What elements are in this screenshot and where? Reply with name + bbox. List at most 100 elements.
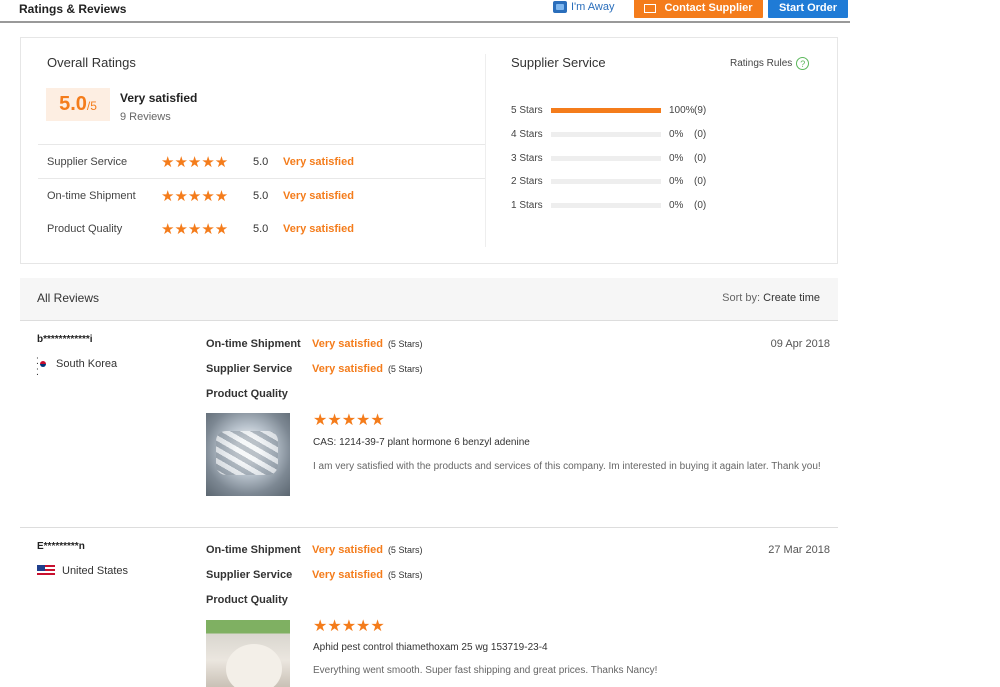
star-distribution-row: 3 Stars 0% (0) [511,152,706,164]
all-reviews-title: All Reviews [37,291,100,305]
start-order-button[interactable]: Start Order [768,0,848,18]
contact-supplier-button[interactable]: Contact Supplier [634,0,763,18]
distribution-bar [551,155,661,161]
review-date: 27 Mar 2018 [768,544,830,556]
review-metric-label: On-time Shipment [206,338,301,350]
divider [485,54,486,247]
ratings-summary: Overall Ratings 5.0 /5 Very satisfied 9 … [20,37,838,264]
review-quality-line: Product Quality [206,594,312,606]
review-metric-label: Supplier Service [206,363,293,375]
star-count: (9) [694,104,707,116]
review-metric-value: Very satisfied [312,363,383,375]
distribution-bar [551,107,661,113]
chat-status[interactable]: I'm Away [553,1,614,13]
reviewer-country: South Korea [36,356,118,378]
review-metric-label: On-time Shipment [206,544,301,556]
south-korea-flag-icon [36,356,49,378]
reviewer-country: United States [37,565,128,577]
review-star-icons: ★★★★★ [313,412,385,429]
page-title: Ratings & Reviews [19,2,127,16]
overall-score-badge: 5.0 /5 [46,88,110,121]
star-count: (0) [694,152,707,164]
review-metric-stars: (5 Stars) [387,339,423,349]
star-icons: ★★★★★ [161,153,229,171]
all-reviews-header: All Reviews Sort by: Create time [20,278,838,321]
star-level-label: 1 Stars [511,199,543,211]
review-shipment-line: On-time Shipment Very satisfied (5 Stars… [206,338,422,350]
away-label: I'm Away [571,1,615,13]
star-percent: 0% [669,152,684,164]
reviewer-name: E*********n [37,541,85,552]
help-icon[interactable]: ? [796,57,810,70]
reviews-count: 9 Reviews [120,111,171,123]
review-quality-line: Product Quality [206,388,312,400]
metric-rating: Very satisfied [283,155,354,168]
supplier-service-title: Supplier Service [511,55,606,70]
review-service-line: Supplier Service Very satisfied (5 Stars… [206,363,422,375]
star-level-label: 4 Stars [511,128,543,140]
metric-row-product-quality: Product Quality ★★★★★ 5.0 Very satisfied [38,212,486,246]
star-distribution-row: 1 Stars 0% (0) [511,199,706,211]
mail-icon [644,3,657,13]
review-date: 09 Apr 2018 [770,338,830,350]
ratings-rules-label: Ratings Rules [730,58,793,69]
ratings-rules-link[interactable]: Ratings Rules ? [730,57,810,70]
star-level-label: 5 Stars [511,104,543,116]
header-bar: Ratings & Reviews I'm Away Contact Suppl… [0,0,850,23]
review-metric-value: Very satisfied [312,569,383,581]
metric-label: Product Quality [47,223,123,235]
star-count: (0) [694,128,707,140]
review-metric-label: Supplier Service [206,569,293,581]
metric-score: 5.0 [253,189,269,202]
sort-value[interactable]: Create time [763,292,820,304]
contact-supplier-label: Contact Supplier [664,2,753,14]
review-metric-stars: (5 Stars) [387,545,423,555]
review-text: Everything went smooth. Super fast shipp… [313,665,658,676]
overall-score-max: /5 [86,99,97,113]
star-count: (0) [694,175,707,187]
star-level-label: 2 Stars [511,175,543,187]
star-distribution-row: 2 Stars 0% (0) [511,175,706,187]
star-icons: ★★★★★ [161,187,229,205]
review-item: b************i South Korea On-time Shipm… [20,321,838,528]
sort-control[interactable]: Sort by: Create time [722,292,820,304]
distribution-bar [551,202,661,208]
star-percent: 100% [669,104,695,116]
star-count: (0) [694,199,707,211]
metric-score: 5.0 [253,223,269,235]
reviewed-product[interactable]: Aphid pest control thiamethoxam 25 wg 15… [313,642,548,653]
overall-summary: Very satisfied [120,91,198,105]
reviewed-product[interactable]: CAS: 1214-39-7 plant hormone 6 benzyl ad… [313,437,530,448]
review-metric-label: Product Quality [206,388,288,400]
product-thumbnail[interactable] [206,413,290,496]
country-name: South Korea [56,358,118,370]
chat-icon [553,1,567,13]
country-name: United States [62,565,129,577]
review-metric-value: Very satisfied [312,544,383,556]
reviewer-name: b************i [37,334,93,345]
review-metric-value: Very satisfied [312,338,383,350]
distribution-bar [551,131,661,137]
metric-row-supplier-service: Supplier Service ★★★★★ 5.0 Very satisfie… [38,144,486,178]
review-item: E*********n United States On-time Shipme… [20,528,838,687]
sort-prefix: Sort by: [722,292,761,304]
distribution-bar [551,178,661,184]
star-distribution-row: 4 Stars 0% (0) [511,128,706,140]
star-percent: 0% [669,199,684,211]
star-distribution-row: 5 Stars 100% (9) [511,104,706,116]
star-level-label: 3 Stars [511,152,543,164]
review-metric-label: Product Quality [206,594,288,606]
metric-row-on-time-shipment: On-time Shipment ★★★★★ 5.0 Very satisfie… [38,178,486,212]
star-percent: 0% [669,128,684,140]
overall-score: 5.0 [59,93,87,115]
review-service-line: Supplier Service Very satisfied (5 Stars… [206,569,422,581]
review-text: I am very satisfied with the products an… [313,461,821,472]
review-metric-stars: (5 Stars) [387,570,423,580]
metric-score: 5.0 [253,155,269,168]
metric-rating: Very satisfied [283,223,354,235]
review-shipment-line: On-time Shipment Very satisfied (5 Stars… [206,544,422,556]
product-thumbnail[interactable] [206,620,290,687]
review-star-icons: ★★★★★ [313,618,385,635]
star-percent: 0% [669,175,684,187]
metric-label: On-time Shipment [47,189,136,202]
